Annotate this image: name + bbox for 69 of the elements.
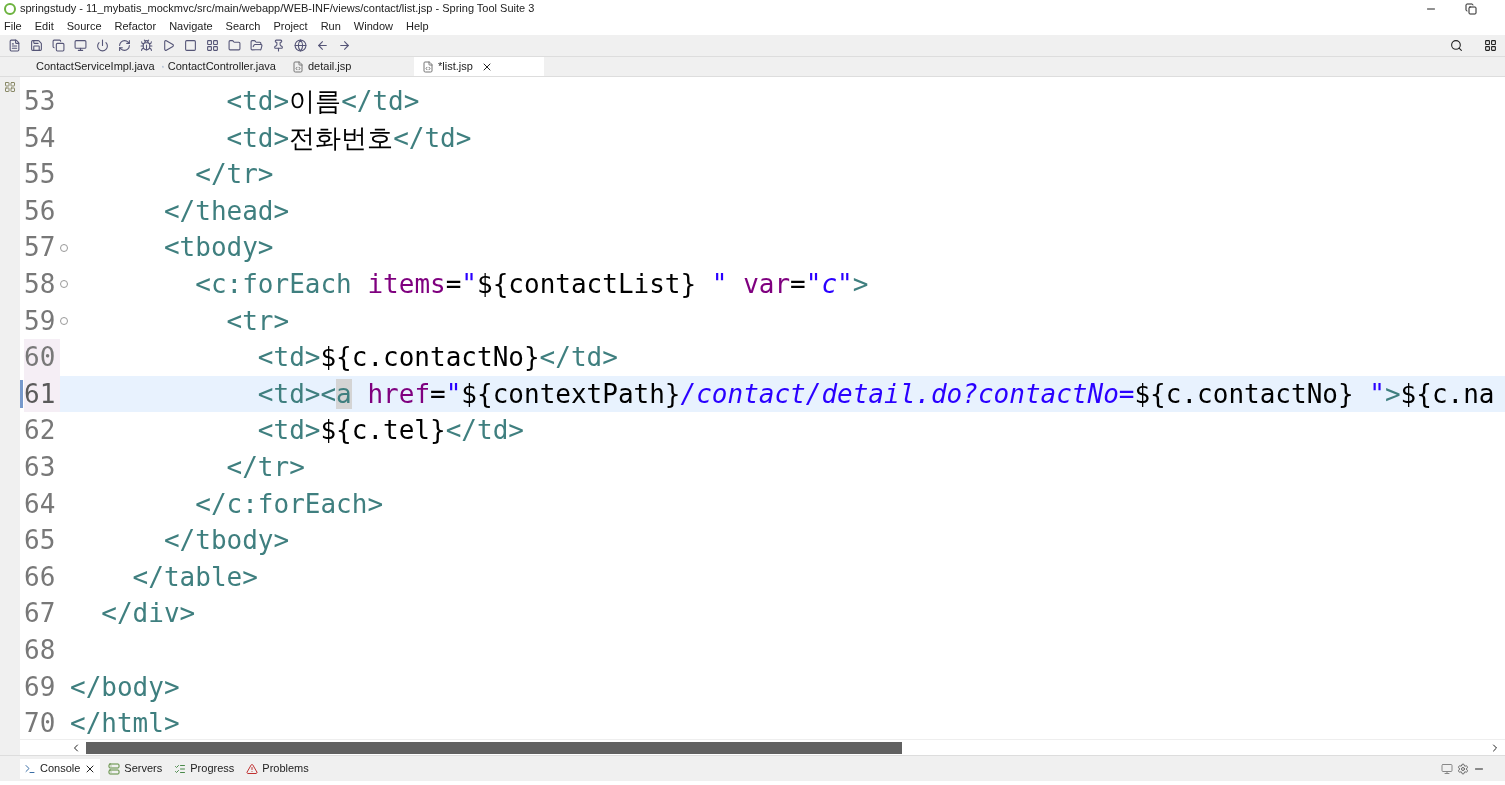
monitor-icon[interactable] bbox=[74, 39, 87, 52]
editor-tab[interactable]: ContactServiceImpl.java bbox=[24, 57, 154, 76]
globe-icon[interactable] bbox=[294, 39, 307, 52]
code-line: <tr> bbox=[225, 304, 290, 338]
line-number: 60 bbox=[24, 339, 60, 376]
progress-icon bbox=[174, 762, 187, 775]
perspective-icon[interactable] bbox=[1484, 39, 1497, 52]
code-line: <td>${c.tel}</td> bbox=[256, 414, 524, 448]
grid-icon[interactable] bbox=[206, 39, 219, 52]
refresh-icon[interactable] bbox=[118, 39, 131, 52]
warning-icon bbox=[246, 762, 259, 775]
server-icon bbox=[108, 762, 121, 775]
file-icon bbox=[422, 60, 434, 73]
code-line: <td>이름</td> bbox=[225, 85, 420, 118]
forward-icon[interactable] bbox=[338, 39, 351, 52]
restore-icon[interactable] bbox=[1465, 2, 1477, 15]
code-line: </body> bbox=[70, 670, 180, 704]
view-tab[interactable]: Problems bbox=[242, 758, 313, 779]
menu-item[interactable]: Edit bbox=[34, 17, 54, 35]
code-line: <td>${c.contactNo}</td> bbox=[256, 341, 618, 375]
save-icon[interactable] bbox=[30, 39, 43, 52]
editor-tab[interactable]: *list.jsp bbox=[414, 57, 544, 76]
folder-icon[interactable] bbox=[228, 39, 241, 52]
play-icon[interactable] bbox=[162, 39, 175, 52]
menu-item[interactable]: Project bbox=[273, 17, 308, 35]
app-logo-icon bbox=[4, 2, 16, 15]
search-icon[interactable] bbox=[1450, 39, 1463, 52]
open-folder-icon[interactable] bbox=[250, 39, 263, 52]
console-icon bbox=[24, 762, 36, 775]
editor-tab[interactable]: detail.jsp bbox=[284, 57, 414, 76]
code-line: </c:forEach> bbox=[194, 487, 384, 521]
menu-item[interactable]: Help bbox=[406, 17, 429, 35]
code-line: </div> bbox=[100, 597, 196, 631]
view-tab[interactable]: Servers bbox=[104, 758, 167, 779]
code-line: </html> bbox=[70, 707, 180, 739]
current-line-marker bbox=[20, 380, 23, 409]
display-icon[interactable] bbox=[1441, 762, 1453, 775]
code-line: </tbody> bbox=[162, 524, 290, 558]
window-title: springstudy - 11_mybatis_mockmvc/src/main/webapp/WEB-INF/views/contact/list.jsp - Spring Tool Suite 3 bbox=[20, 1, 535, 17]
menu-item[interactable]: Refactor bbox=[114, 17, 157, 35]
power-icon[interactable] bbox=[96, 39, 109, 52]
code-line: </table> bbox=[131, 560, 258, 594]
menu-item[interactable]: Run bbox=[320, 17, 341, 35]
view-tab[interactable]: Progress bbox=[170, 758, 239, 779]
code-line: </tr> bbox=[194, 158, 274, 192]
line-number: 61 bbox=[24, 375, 60, 413]
menu-item[interactable]: Source bbox=[66, 17, 102, 35]
code-line: </tr> bbox=[225, 450, 305, 484]
menu-item[interactable]: File bbox=[4, 17, 22, 35]
file-icon bbox=[292, 60, 304, 73]
save-all-icon[interactable] bbox=[52, 39, 65, 52]
menu-item[interactable]: Navigate bbox=[169, 17, 213, 35]
editor-tab[interactable]: ContactController.java bbox=[154, 57, 284, 76]
new-file-icon[interactable] bbox=[8, 39, 21, 52]
menu-item[interactable]: Window bbox=[353, 17, 393, 35]
back-icon[interactable] bbox=[316, 39, 329, 52]
code-line: <tbody> bbox=[162, 231, 274, 265]
pin-icon[interactable] bbox=[272, 39, 285, 52]
stop-icon[interactable] bbox=[184, 39, 197, 52]
menu-item[interactable]: Search bbox=[225, 17, 261, 35]
view-tab[interactable]: Console bbox=[20, 758, 101, 779]
settings-icon[interactable] bbox=[1457, 762, 1469, 775]
code-line: <td>전화번호</td> bbox=[225, 121, 472, 155]
outline-icon[interactable] bbox=[4, 81, 16, 93]
bug-icon[interactable] bbox=[140, 39, 153, 52]
code-line: </thead> bbox=[162, 194, 290, 228]
code-line: <td><a href="${contextPath}/contact/detail.do?contactNo=${c.contactNo} ">${c.na bbox=[256, 377, 1495, 411]
scrollbar-thumb[interactable] bbox=[86, 741, 902, 754]
code-line: <c:forEach items="${contactList} " var="c"> bbox=[194, 267, 869, 301]
